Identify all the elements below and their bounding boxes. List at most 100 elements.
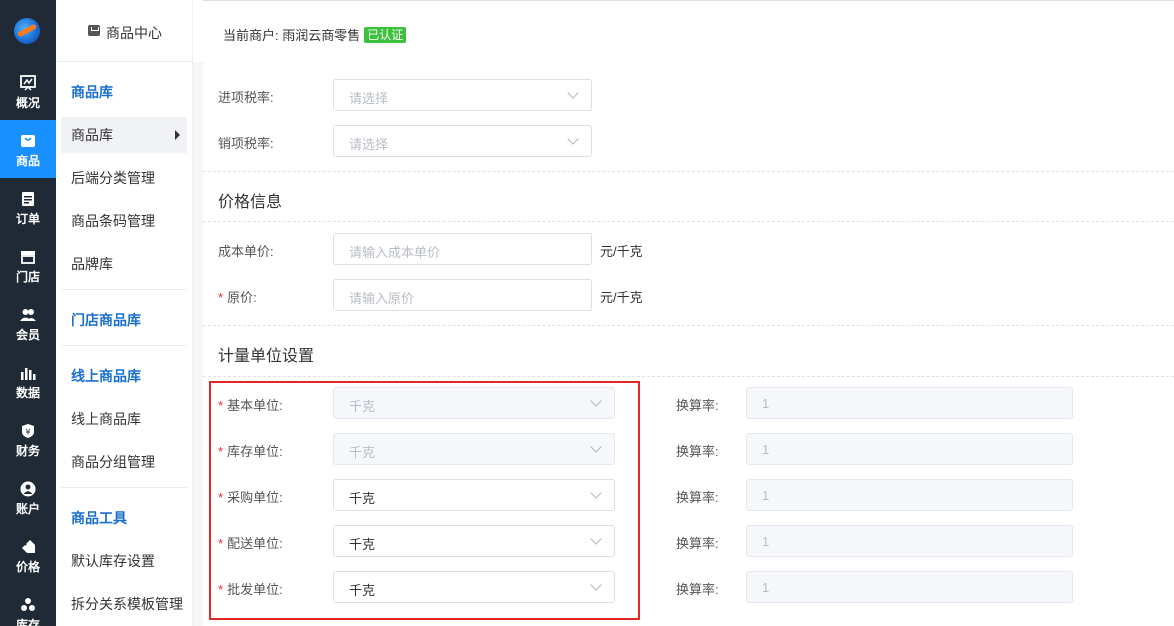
- sidebar-divider: [61, 289, 187, 290]
- base-unit-rate-input: 1: [746, 387, 1073, 419]
- conversion-rate-label: 换算率:: [676, 582, 719, 597]
- sidebar-group-title: 商品工具: [71, 510, 127, 526]
- nav-item-overview[interactable]: 概况: [0, 62, 56, 120]
- top-bar: 当前商户: 雨润云商零售 已认证: [203, 0, 1174, 62]
- input-placeholder: 请输入原价: [349, 291, 415, 306]
- sidebar-item-brand[interactable]: 品牌库: [61, 246, 187, 282]
- nav-label: 会员: [15, 328, 40, 342]
- rate-value: 1: [762, 580, 770, 595]
- store-icon: [21, 251, 35, 264]
- conversion-rate-label: 换算率:: [676, 490, 719, 505]
- sidebar-item-online-library[interactable]: 线上商品库: [61, 401, 187, 437]
- sidebar-group-title: 商品库: [71, 84, 113, 100]
- cost-price-unit: 元/千克: [600, 244, 643, 259]
- sidebar-divider: [61, 345, 187, 346]
- sidebar-item-barcode[interactable]: 商品条码管理: [61, 203, 187, 239]
- goods-icon: [21, 135, 35, 147]
- sidebar-item-label: 线上商品库: [71, 411, 141, 427]
- sidebar-item-goods-library[interactable]: 商品库: [61, 117, 187, 153]
- chevron-down-icon: [567, 133, 579, 145]
- merchant-label: 当前商户: 雨润云商零售: [223, 28, 361, 43]
- sidebar-header-title: 商品中心: [106, 25, 162, 41]
- rate-value: 1: [762, 534, 770, 549]
- nav-item-data[interactable]: 数据: [0, 352, 56, 410]
- goods-center-icon: [88, 25, 100, 36]
- caret-right-icon: [175, 130, 180, 140]
- wholesale-unit-rate-input: 1: [746, 571, 1073, 603]
- nav-item-order[interactable]: 订单: [0, 178, 56, 236]
- output-tax-select[interactable]: 请选择: [333, 125, 592, 157]
- section-divider: [203, 171, 1174, 172]
- sidebar-group-title: 线上商品库: [71, 368, 141, 384]
- sidebar-item-split-template[interactable]: 拆分关系模板管理: [61, 586, 187, 622]
- svg-text:¥: ¥: [25, 428, 30, 437]
- nav-label: 门店: [15, 270, 40, 284]
- sidebar-item-default-stock[interactable]: 默认库存设置: [61, 543, 187, 579]
- sidebar-item-backend-category[interactable]: 后端分类管理: [61, 160, 187, 196]
- conversion-rate-label: 换算率:: [676, 536, 719, 551]
- nav-label: 商品: [15, 154, 40, 168]
- original-price-label: * 原价:: [218, 287, 257, 306]
- output-tax-label: 销项税率:: [218, 136, 274, 151]
- conversion-rate-label: 换算率:: [676, 398, 719, 413]
- measure-section-title: 计量单位设置: [218, 348, 315, 365]
- nav-item-inventory[interactable]: 库存: [0, 584, 56, 626]
- nav-label: 订单: [15, 212, 40, 226]
- nav-item-member[interactable]: 会员: [0, 294, 56, 352]
- rate-value: 1: [762, 396, 770, 411]
- nav-item-goods[interactable]: 商品: [0, 120, 56, 178]
- merchant-info: 当前商户: 雨润云商零售 已认证: [223, 25, 407, 44]
- sidebar-divider: [61, 487, 187, 488]
- section-divider: [203, 221, 1174, 222]
- original-price-unit: 元/千克: [600, 290, 643, 305]
- rate-value: 1: [762, 488, 770, 503]
- nav-label: 财务: [15, 444, 40, 458]
- sidebar-item-label: 默认库存设置: [71, 553, 155, 569]
- sidebar-scrollbar[interactable]: [193, 62, 203, 626]
- verified-badge: 已认证: [364, 27, 407, 43]
- sidebar-item-label: 商品分组管理: [71, 454, 155, 470]
- sidebar-item-label: 拆分关系模板管理: [71, 596, 183, 612]
- section-divider: [203, 376, 1174, 377]
- nav-item-account[interactable]: 账户: [0, 468, 56, 526]
- member-icon: [20, 309, 36, 321]
- section-divider: [203, 325, 1174, 326]
- nav-label: 价格: [15, 560, 40, 574]
- select-placeholder: 请选择: [349, 137, 389, 152]
- input-tax-select[interactable]: 请选择: [333, 79, 592, 111]
- finance-icon: ¥: [22, 424, 34, 438]
- account-icon: [20, 481, 36, 497]
- dashboard-icon: [20, 75, 36, 91]
- order-icon: [22, 192, 34, 206]
- original-price-input[interactable]: 请输入原价: [333, 279, 592, 311]
- sidebar-item-label: 商品条码管理: [71, 213, 155, 229]
- price-section-title: 价格信息: [218, 194, 283, 211]
- inventory-icon: [21, 598, 35, 611]
- purchase-unit-rate-input: 1: [746, 479, 1073, 511]
- sidebar-header: 商品中心: [56, 0, 193, 62]
- input-placeholder: 请输入成本单价: [349, 245, 441, 260]
- nav-label: 数据: [15, 386, 40, 400]
- nav-label: 概况: [15, 96, 40, 110]
- chevron-down-icon: [567, 87, 579, 99]
- rate-value: 1: [762, 442, 770, 457]
- input-tax-label: 进项税率:: [218, 90, 274, 105]
- conversion-rate-label: 换算率:: [676, 444, 719, 459]
- cost-price-label: 成本单价:: [218, 244, 274, 259]
- sidebar-item-label: 商品库: [71, 127, 113, 143]
- nav-label: 账户: [15, 502, 40, 516]
- sidebar-group-title[interactable]: 门店商品库: [71, 310, 141, 330]
- cost-price-input[interactable]: 请输入成本单价: [333, 233, 592, 265]
- chart-icon: [21, 368, 36, 380]
- delivery-unit-rate-input: 1: [746, 525, 1073, 557]
- nav-item-price[interactable]: 价格: [0, 526, 56, 584]
- nav-label: 库存: [15, 618, 40, 626]
- app-logo-icon: [14, 18, 40, 44]
- app-root: 概况 商品 订单 门店 会员 数据 ¥ 财务 账户 价格 库存 商品中心 商品库…: [0, 0, 1174, 626]
- stock-unit-rate-input: 1: [746, 433, 1073, 465]
- nav-item-store[interactable]: 门店: [0, 236, 56, 294]
- select-placeholder: 请选择: [349, 91, 389, 106]
- main-nav-rail: 概况 商品 订单 门店 会员 数据 ¥ 财务 账户 价格 库存: [0, 0, 56, 626]
- sidebar-item-group-manage[interactable]: 商品分组管理: [61, 444, 187, 480]
- nav-item-finance[interactable]: ¥ 财务: [0, 410, 56, 468]
